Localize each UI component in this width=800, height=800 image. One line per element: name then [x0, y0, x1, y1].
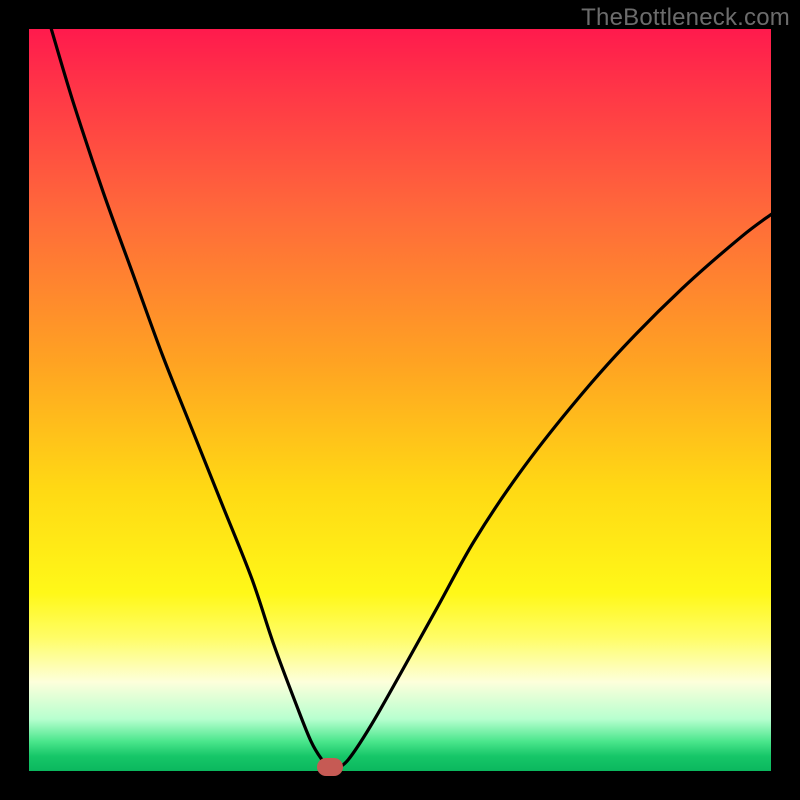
plot-area: [29, 29, 771, 771]
watermark-text: TheBottleneck.com: [581, 4, 790, 32]
chart-frame: TheBottleneck.com: [0, 0, 800, 800]
optimum-marker: [317, 758, 343, 776]
